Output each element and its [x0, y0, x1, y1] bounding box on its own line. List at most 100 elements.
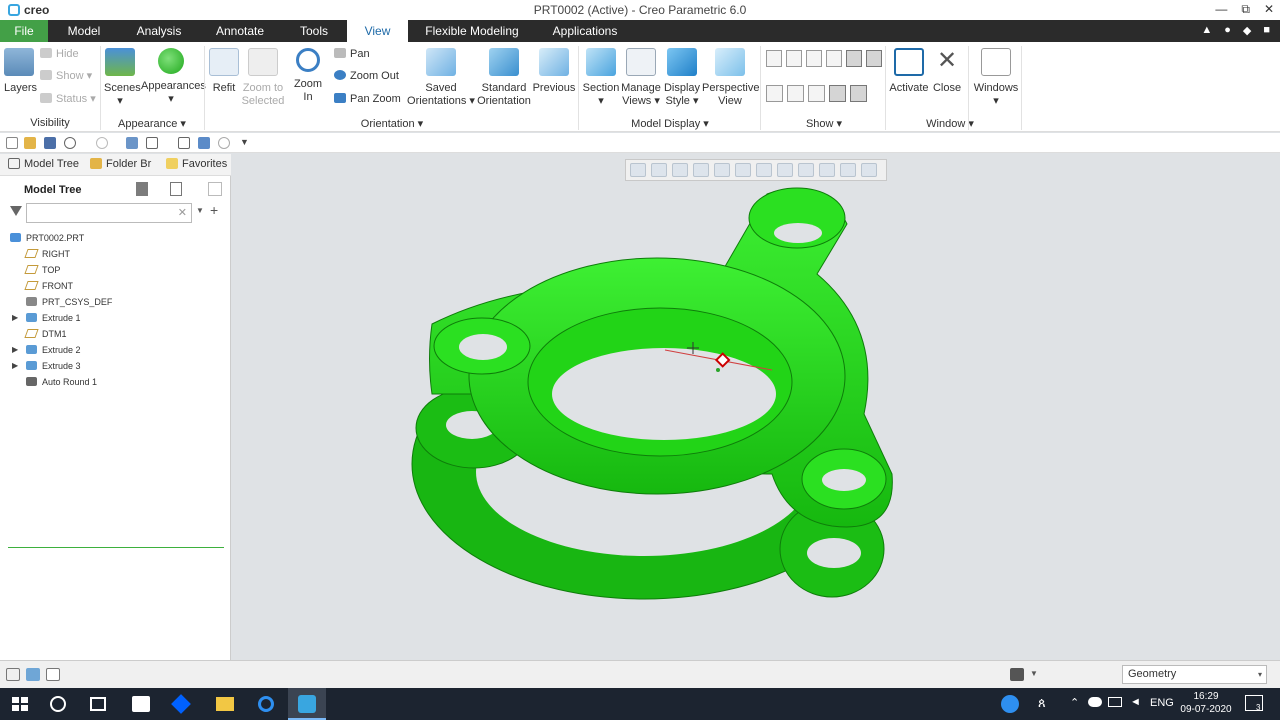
- edge-browser-icon[interactable]: [258, 696, 274, 712]
- tab-favorites[interactable]: Favorites: [166, 158, 227, 170]
- windows-switch-icon[interactable]: [146, 137, 158, 149]
- zoom-in-button[interactable]: Zoom In: [288, 48, 328, 104]
- tree-item[interactable]: PRT0002.PRT: [10, 230, 84, 246]
- expand-arrow-icon[interactable]: ▶: [12, 345, 18, 354]
- redo-icon[interactable]: [96, 137, 108, 149]
- csys-tag-toggle-icon[interactable]: [787, 85, 804, 102]
- zoom-to-selected-button[interactable]: Zoom to Selected: [241, 48, 285, 108]
- minimize-button[interactable]: —: [1215, 2, 1227, 17]
- manage-views-button[interactable]: Manage Views ▾: [621, 48, 661, 108]
- tree-item[interactable]: DTM1: [24, 326, 67, 342]
- new-file-icon[interactable]: [6, 137, 18, 149]
- tree-item[interactable]: FRONT: [24, 278, 73, 294]
- tree-item[interactable]: RIGHT: [24, 246, 70, 262]
- show-button[interactable]: Show ▾: [40, 68, 92, 84]
- point-tag-toggle-icon[interactable]: [866, 50, 882, 67]
- axis-tag-toggle-icon[interactable]: [766, 85, 783, 102]
- selection-filter-dropdown[interactable]: Geometry ▾: [1122, 665, 1267, 684]
- open-file-icon[interactable]: [24, 137, 36, 149]
- refit-button[interactable]: Refit: [208, 48, 240, 95]
- full-screen-icon[interactable]: [46, 668, 60, 681]
- close-button[interactable]: ✕ Close: [930, 48, 964, 95]
- tree-show-icon[interactable]: [170, 182, 182, 196]
- undo-icon[interactable]: [64, 137, 76, 149]
- tree-item[interactable]: Extrude 1: [26, 310, 81, 326]
- close-window-button[interactable]: ✕: [1264, 2, 1274, 17]
- collapse-ribbon-icon[interactable]: ▲: [1201, 24, 1212, 37]
- regenerate-icon[interactable]: [126, 137, 138, 149]
- 3d-dragger-toggle-icon[interactable]: [850, 85, 867, 102]
- expand-arrow-icon[interactable]: ▶: [12, 361, 18, 370]
- select-icon[interactable]: [198, 137, 210, 149]
- activate-button[interactable]: Activate: [888, 48, 930, 95]
- dropbox-icon[interactable]: [171, 694, 191, 714]
- part-model-3d[interactable]: [232, 154, 1280, 660]
- windows-button[interactable]: Windows ▾: [972, 48, 1020, 108]
- onedrive-icon[interactable]: [1088, 697, 1102, 707]
- plane-display-toggle-icon[interactable]: [766, 50, 782, 67]
- expand-arrow-icon[interactable]: ▶: [12, 313, 18, 322]
- tree-columns-icon[interactable]: [208, 182, 222, 196]
- display-style-button[interactable]: Display Style ▾: [662, 48, 702, 108]
- help-tray-icon[interactable]: [1001, 695, 1019, 713]
- people-icon[interactable]: ጰ: [1038, 695, 1046, 711]
- hide-button[interactable]: Hide: [40, 46, 79, 62]
- appearances-button[interactable]: Appearances ▾: [141, 48, 206, 106]
- clear-search-icon[interactable]: ✕: [178, 206, 187, 219]
- plane-tag-toggle-icon[interactable]: [846, 50, 862, 67]
- save-icon[interactable]: [44, 137, 56, 149]
- search-icon[interactable]: [50, 696, 66, 712]
- tab-annotate[interactable]: Annotate: [206, 20, 274, 42]
- previous-orientation-button[interactable]: Previous: [532, 48, 576, 95]
- close-window-icon[interactable]: [178, 137, 190, 149]
- customize-toolbar-icon[interactable]: ▼: [240, 137, 252, 149]
- perspective-view-button[interactable]: Perspective View: [702, 48, 759, 108]
- maximize-button[interactable]: ⧉: [1241, 2, 1250, 17]
- tree-item[interactable]: Extrude 2: [26, 342, 81, 358]
- pan-button[interactable]: Pan: [334, 46, 370, 62]
- tab-folder-browser[interactable]: Folder Br: [90, 158, 151, 170]
- show-navigator-icon[interactable]: [6, 668, 20, 681]
- axis-display-toggle-icon[interactable]: [786, 50, 802, 67]
- windows-start-icon[interactable]: [10, 694, 30, 714]
- graphics-viewport[interactable]: [232, 154, 1280, 660]
- scenes-button[interactable]: Scenes ▾: [104, 48, 141, 108]
- status-button[interactable]: Status ▾: [40, 91, 96, 107]
- tree-search-input[interactable]: ✕: [26, 203, 192, 223]
- find-icon[interactable]: [1010, 668, 1024, 681]
- saved-orientations-button[interactable]: Saved Orientations ▾: [407, 48, 475, 108]
- standard-orientation-button[interactable]: Standard Orientation: [476, 48, 532, 108]
- volume-icon[interactable]: ◄: [1130, 696, 1141, 708]
- creo-taskbar-button[interactable]: [288, 688, 326, 720]
- file-explorer-icon[interactable]: [216, 697, 234, 711]
- layers-button[interactable]: Layers: [4, 48, 37, 95]
- tree-item[interactable]: Auto Round 1: [26, 374, 97, 390]
- network-icon[interactable]: [1108, 697, 1122, 707]
- search-options-dropdown-icon[interactable]: ▼: [196, 206, 204, 215]
- refresh-icon[interactable]: [218, 137, 230, 149]
- tab-analysis[interactable]: Analysis: [128, 20, 190, 42]
- add-filter-icon[interactable]: +: [210, 202, 218, 218]
- search-command-icon[interactable]: ■: [1263, 24, 1270, 37]
- tree-item[interactable]: Extrude 3: [26, 358, 81, 374]
- tree-item[interactable]: TOP: [24, 262, 60, 278]
- store-icon[interactable]: [132, 696, 150, 712]
- zoom-out-button[interactable]: Zoom Out: [334, 68, 399, 84]
- tab-view[interactable]: View: [347, 20, 408, 42]
- settings-icon[interactable]: ◆: [1243, 24, 1251, 37]
- pan-zoom-button[interactable]: Pan Zoom: [334, 91, 401, 107]
- help-icon[interactable]: ●: [1224, 24, 1231, 37]
- point-display-toggle-icon[interactable]: [806, 50, 822, 67]
- tab-model-tree[interactable]: Model Tree: [8, 158, 79, 170]
- section-button[interactable]: Section ▾: [582, 48, 620, 108]
- find-dropdown-icon[interactable]: ▼: [1030, 669, 1038, 678]
- tab-file[interactable]: File: [0, 20, 48, 42]
- annotation-display-toggle-icon[interactable]: [808, 85, 825, 102]
- tab-tools[interactable]: Tools: [290, 20, 338, 42]
- csys-display-toggle-icon[interactable]: [826, 50, 842, 67]
- tree-item[interactable]: PRT_CSYS_DEF: [26, 294, 112, 310]
- show-hidden-icons-icon[interactable]: ⌃: [1070, 696, 1079, 709]
- tab-flexible-modeling[interactable]: Flexible Modeling: [416, 20, 528, 42]
- tree-settings-icon[interactable]: [136, 182, 148, 196]
- input-language[interactable]: ENG: [1150, 697, 1174, 709]
